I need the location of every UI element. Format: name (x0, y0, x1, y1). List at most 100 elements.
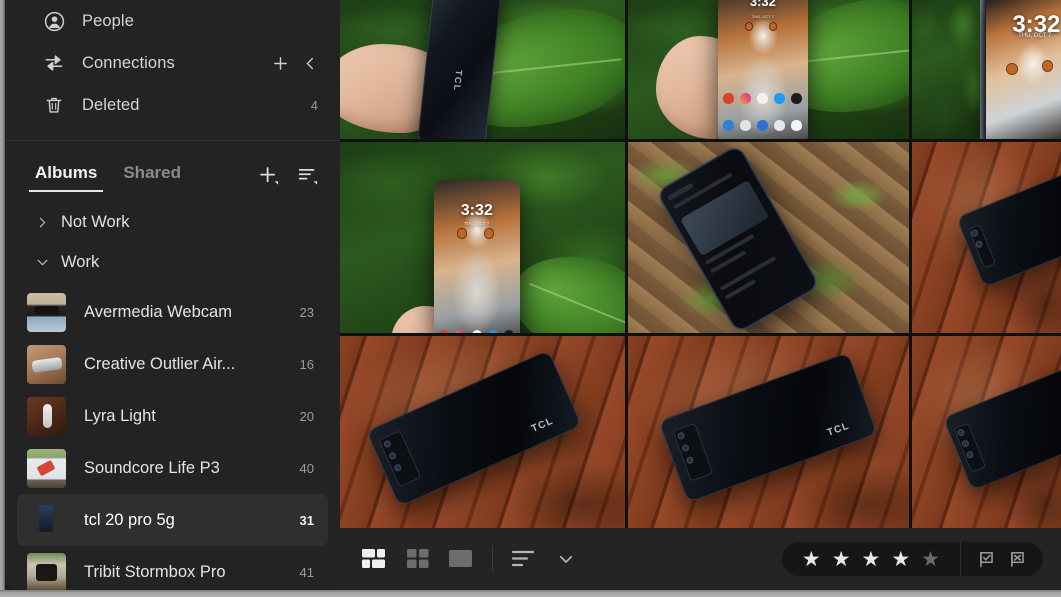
phone-brand-label: TCL (826, 419, 852, 439)
camera-lens (678, 431, 685, 439)
star-3[interactable]: ★ (862, 549, 881, 570)
app-icon (757, 93, 769, 105)
phone-app-row-1 (439, 329, 515, 333)
app-icon (774, 93, 786, 105)
photo-hand-phone-back-foliage[interactable]: TCL (340, 0, 625, 139)
camera-lens (682, 444, 690, 451)
app-icon (471, 329, 482, 333)
app-icon (504, 329, 515, 333)
phone-app-row-2 (723, 119, 803, 131)
star-1[interactable]: ★ (802, 549, 821, 570)
album-name: Tribit Stormbox Pro (84, 562, 226, 581)
photo-phone-back-on-deck-center[interactable]: TCL (628, 336, 909, 528)
app-icon (774, 119, 786, 131)
photo-phone-edge-on-wood[interactable]: TCL (912, 142, 1061, 333)
album-name: Creative Outlier Air... (84, 354, 236, 373)
window-left-edge (0, 0, 5, 597)
nav-item-label: Connections (82, 53, 175, 72)
camera-lens (958, 429, 965, 437)
phone-clock-date: THU, OCT 7 (464, 221, 490, 227)
chevron-right-icon (33, 216, 51, 229)
window-bottom-edge (0, 590, 1061, 597)
flag-rejected-button[interactable] (1008, 550, 1027, 569)
view-mode-group (362, 548, 474, 570)
tab-shared[interactable]: Shared (117, 163, 187, 192)
photo-phone-back-on-deck-right[interactable] (912, 336, 1061, 528)
phone-wallpaper (717, 0, 808, 139)
view-mode-mosaic[interactable] (362, 548, 390, 570)
album-thumbnail (27, 501, 66, 540)
album-row-soundcore-life-p3[interactable]: Soundcore Life P3 40 (17, 442, 328, 494)
photo-phone-screen: 3:32 THU, OCT 7 (986, 0, 1061, 139)
album-name: Lyra Light (84, 406, 156, 425)
album-name: Avermedia Webcam (84, 302, 232, 321)
sort-order-button[interactable] (511, 549, 537, 569)
photo-background (912, 0, 984, 139)
album-thumbnail (27, 552, 66, 590)
album-thumbnail (27, 396, 66, 436)
app-icon (791, 93, 803, 105)
flag-picked-button[interactable] (977, 550, 996, 569)
create-album-button[interactable] (258, 165, 279, 186)
album-thumbnail (27, 448, 66, 488)
album-groups: Not Work Work (5, 202, 340, 282)
lightroom-window: People Connections Deleted 4 Albums Shar… (0, 0, 1061, 597)
view-mode-single[interactable] (448, 548, 474, 570)
album-thumbnail (27, 344, 66, 384)
photo-hand-phone-cat-homescreen[interactable]: 3:32 THU, OCT 7 (628, 0, 909, 139)
flag-filter-group (961, 550, 1043, 569)
phone-brand-label: TCL (451, 69, 464, 93)
nav-item-connections[interactable]: Connections (5, 42, 340, 84)
nav-item-deleted[interactable]: Deleted 4 (5, 84, 340, 126)
sort-group (511, 549, 575, 569)
album-group-not-work[interactable]: Not Work (5, 202, 340, 242)
connections-actions (272, 55, 318, 72)
album-count: 16 (299, 356, 314, 372)
album-row-avermedia-webcam[interactable]: Avermedia Webcam 23 (17, 286, 328, 338)
add-connection-button[interactable] (272, 55, 289, 72)
photo-phone-on-leaves-social-app[interactable] (628, 142, 909, 333)
photo-phone-back-on-deck-left[interactable]: TCL (340, 336, 625, 528)
photo-grid: TCL 3:32 THU, OCT 7 3:32 THU, OCT 7 3:32… (340, 0, 1061, 528)
tab-albums[interactable]: Albums (29, 163, 104, 192)
app-icon (488, 329, 499, 333)
camera-lens (384, 441, 391, 449)
album-count: 40 (299, 460, 314, 476)
album-row-lyra-light[interactable]: Lyra Light 20 (17, 390, 328, 442)
album-row-tribit-stormbox-pro[interactable]: Tribit Stormbox Pro 41 (17, 546, 328, 590)
camera-lens (962, 441, 970, 448)
camera-lens (971, 229, 978, 237)
camera-lens (687, 456, 694, 463)
view-mode-square-grid[interactable] (406, 548, 432, 570)
album-thumbnail (27, 292, 66, 332)
chevron-down-icon (33, 256, 51, 269)
nav-item-label: People (82, 11, 134, 30)
album-row-tcl-20-pro-5g[interactable]: tcl 20 pro 5g 31 (17, 494, 328, 546)
album-group-work[interactable]: Work (5, 242, 340, 282)
album-list: Avermedia Webcam 23 Creative Outlier Air… (5, 286, 340, 590)
app-icon (740, 93, 752, 105)
sort-dropdown-chevron[interactable] (557, 550, 575, 568)
photo-phone-cat-lockscreen-foliage[interactable]: 3:32 THU, OCT 7 (340, 142, 625, 333)
app-icon (757, 119, 769, 131)
app-icon (723, 119, 735, 131)
camera-lens (975, 241, 983, 248)
phone-clock-time: 3:32 (749, 0, 776, 9)
nav-item-people[interactable]: People (5, 0, 340, 42)
toolbar-divider (492, 546, 493, 572)
photo-phone-screen: 3:32 THU, OCT 7 (717, 0, 808, 139)
sort-albums-button[interactable] (297, 165, 318, 186)
star-2[interactable]: ★ (832, 549, 851, 570)
photo-phone-screen-cat-closeup[interactable]: 3:32 THU, OCT 7 (912, 0, 1061, 139)
rating-filter-pill: ★ ★ ★ ★ ★ (781, 542, 1043, 576)
app-icon (723, 93, 735, 105)
primary-nav: People Connections Deleted 4 (5, 0, 340, 126)
star-5[interactable]: ★ (921, 549, 940, 570)
album-count: 23 (299, 304, 314, 320)
album-row-creative-outlier-air[interactable]: Creative Outlier Air... 16 (17, 338, 328, 390)
album-count: 20 (299, 408, 314, 424)
collapse-connections-button[interactable] (303, 56, 318, 71)
trash-icon (43, 94, 65, 116)
star-4[interactable]: ★ (891, 549, 910, 570)
album-group-label: Work (61, 252, 100, 271)
